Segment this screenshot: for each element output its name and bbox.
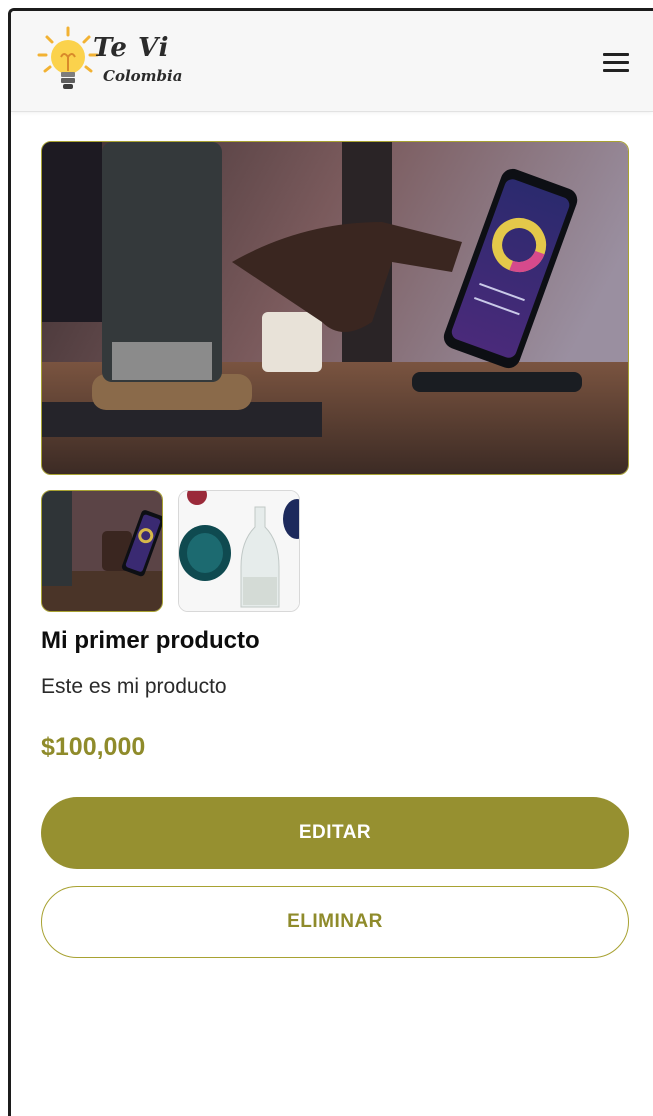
lightbulb-icon <box>37 26 99 89</box>
edit-button[interactable]: EDITAR <box>41 797 629 869</box>
product-title: Mi primer producto <box>41 627 260 654</box>
product-description: Este es mi producto <box>41 675 227 698</box>
top-navigation-bar: Te Vi Colombia <box>11 11 653 112</box>
logo-text-line2: Colombia <box>103 67 183 85</box>
main-product-image <box>41 141 629 475</box>
hamburger-menu-icon[interactable] <box>599 51 633 75</box>
product-price: $100,000 <box>41 733 146 761</box>
product-thumbnail-1[interactable] <box>41 490 163 612</box>
app-frame: Te Vi Colombia Mi primer producto Este e… <box>8 8 653 1116</box>
product-thumbnail-2[interactable] <box>178 490 300 612</box>
brand-logo[interactable]: Te Vi Colombia <box>37 25 197 97</box>
delete-button[interactable]: ELIMINAR <box>41 886 629 958</box>
logo-text-line1: Te Vi <box>93 33 170 63</box>
